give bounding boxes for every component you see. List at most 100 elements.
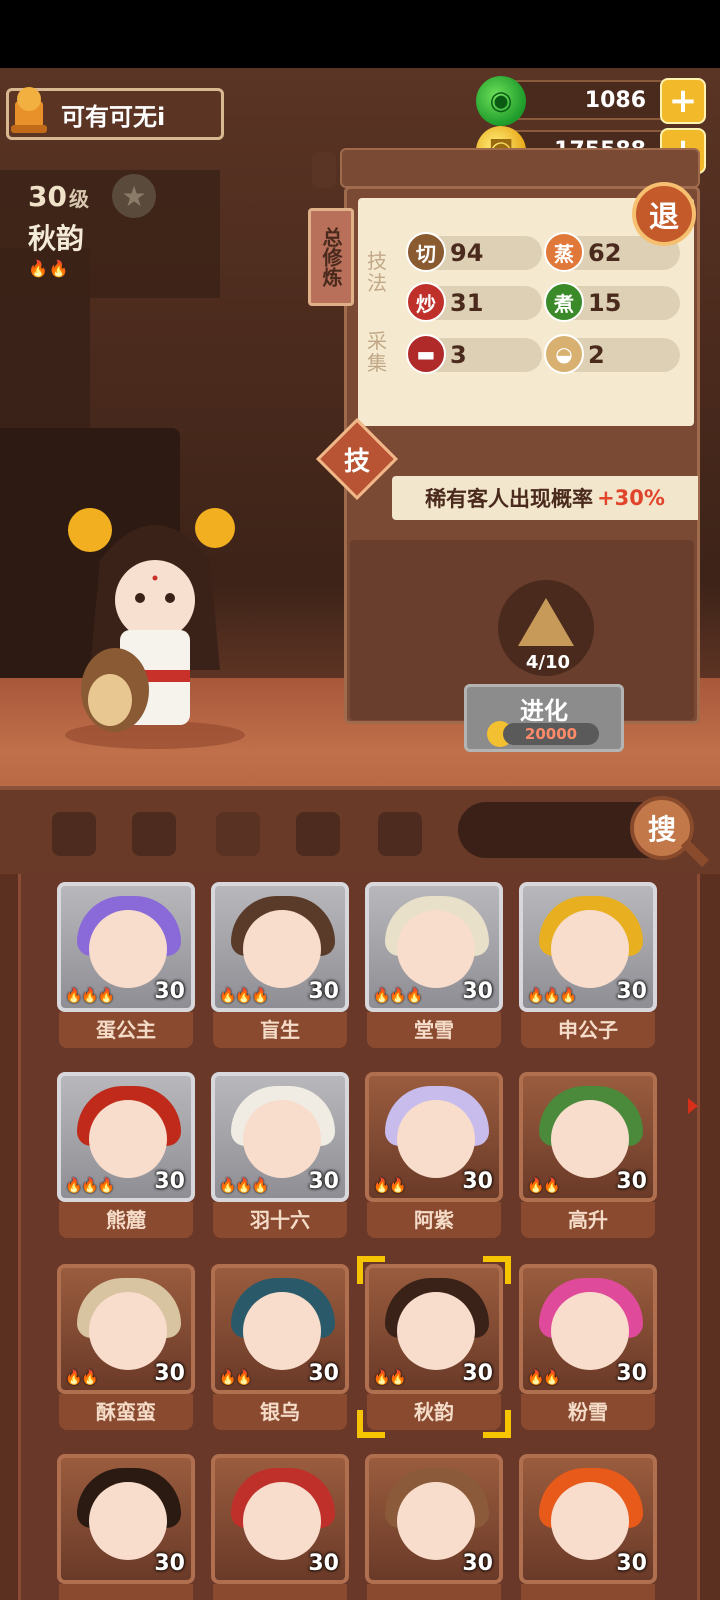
player-avatar-icon <box>11 87 47 133</box>
card-portrait: 🔥🔥🔥 30 <box>519 882 657 1012</box>
skill-button[interactable]: 技 <box>328 430 386 488</box>
card-level: 30 <box>462 1551 493 1576</box>
card-portrait: 30 <box>365 1454 503 1584</box>
boil-badge-icon: 煮 <box>544 282 584 322</box>
card-face <box>551 910 629 988</box>
card-flames-icon: 🔥🔥 <box>65 1370 99 1386</box>
exit-button[interactable]: 退 <box>632 182 696 246</box>
card-flames-icon: 🔥🔥🔥 <box>219 1178 269 1194</box>
card-level: 30 <box>308 1361 339 1386</box>
player-name-plate[interactable]: 可有可无i <box>6 87 224 140</box>
card-face <box>243 1292 321 1370</box>
scroll-right-arrow-icon[interactable] <box>688 1098 698 1114</box>
card-portrait: 30 <box>211 1454 349 1584</box>
gather-grain-value: 2 <box>588 341 605 369</box>
character-card[interactable]: 🔥🔥 30 粉雪 <box>519 1264 657 1444</box>
card-level: 30 <box>154 1169 185 1194</box>
evolve-button[interactable]: 进化 20000 <box>464 684 624 752</box>
card-level: 30 <box>462 979 493 1004</box>
card-portrait: 🔥🔥 30 <box>519 1264 657 1394</box>
roster: 🔥🔥🔥 30 蛋公主 🔥🔥🔥 30 盲生 🔥🔥🔥 30 堂雪 🔥🔥🔥 30 申公子 🔥🔥🔥 30 熊麓 🔥🔥🔥… <box>0 874 720 1600</box>
card-portrait: 🔥🔥🔥 30 <box>57 882 195 1012</box>
character-card[interactable]: 🔥🔥🔥 30 羽十六 <box>211 1072 349 1252</box>
card-portrait: 🔥🔥🔥 30 <box>57 1072 195 1202</box>
status-bar <box>0 0 720 68</box>
character-card[interactable]: 30 <box>365 1454 503 1600</box>
scroll-rod <box>340 148 700 188</box>
card-name: 申公子 <box>521 1012 655 1048</box>
card-level: 30 <box>616 979 647 1004</box>
card-name: 熊麓 <box>59 1202 193 1238</box>
character-card[interactable]: 🔥🔥🔥 30 蛋公主 <box>57 882 195 1062</box>
selection-corner <box>357 1256 385 1284</box>
card-level: 30 <box>154 1361 185 1386</box>
character-card[interactable]: 🔥🔥🔥 30 熊麓 <box>57 1072 195 1252</box>
card-face <box>551 1482 629 1560</box>
card-name: 蛋公主 <box>59 1012 193 1048</box>
tab-total-training-label: 总修炼 <box>319 227 343 287</box>
location-filter-icon[interactable] <box>296 812 340 856</box>
character-card[interactable]: 30 <box>211 1454 349 1600</box>
card-portrait: 30 <box>57 1454 195 1584</box>
character-card[interactable]: 🔥🔥 30 高升 <box>519 1072 657 1252</box>
card-face <box>243 1482 321 1560</box>
card-name <box>59 1584 193 1600</box>
character-card[interactable]: 🔥🔥🔥 30 堂雪 <box>365 882 503 1062</box>
card-portrait: 🔥🔥🔥 30 <box>365 882 503 1012</box>
star-icon[interactable]: ★ <box>112 174 156 218</box>
character-card[interactable]: 🔥🔥🔥 30 盲生 <box>211 882 349 1062</box>
card-face <box>551 1292 629 1370</box>
selection-corner <box>483 1256 511 1284</box>
knife-filter-icon[interactable] <box>52 812 96 856</box>
card-level: 30 <box>462 1361 493 1386</box>
selection-corner <box>483 1410 511 1438</box>
card-portrait: 🔥🔥 30 <box>365 1072 503 1202</box>
card-flames-icon: 🔥🔥 <box>373 1370 407 1386</box>
grain-bowl-icon: ◒ <box>544 334 584 374</box>
card-level: 30 <box>616 1361 647 1386</box>
card-face <box>397 1100 475 1178</box>
character-name: 秋韵 <box>28 222 85 255</box>
player-name: 可有可无i <box>61 102 166 131</box>
card-level: 30 <box>616 1551 647 1576</box>
card-level: 30 <box>154 979 185 1004</box>
unknown-filter-icon[interactable] <box>378 812 422 856</box>
card-name <box>521 1584 655 1600</box>
card-face <box>89 910 167 988</box>
card-face <box>551 1100 629 1178</box>
scroll-rod-cap <box>312 152 336 188</box>
spatula-filter-icon[interactable] <box>132 812 176 856</box>
character-portrait <box>65 508 245 749</box>
add-jade-button[interactable]: + <box>660 78 706 124</box>
character-card[interactable]: 🔥🔥 30 酥蛮蛮 <box>57 1264 195 1444</box>
character-card[interactable]: 🔥🔥🔥 30 申公子 <box>519 882 657 1062</box>
card-face <box>89 1100 167 1178</box>
skill-stirfry: 炒 31 <box>406 282 542 322</box>
character-card[interactable]: 🔥🔥 30 银乌 <box>211 1264 349 1444</box>
card-portrait: 🔥🔥🔥 30 <box>211 882 349 1012</box>
card-flames-icon: 🔥🔥🔥 <box>219 988 269 1004</box>
card-level: 30 <box>462 1169 493 1194</box>
rare-guest-bonus: 稀有客人出现概率 +30% <box>392 476 698 520</box>
card-name: 羽十六 <box>213 1202 347 1238</box>
card-name <box>213 1584 347 1600</box>
card-level: 30 <box>308 1551 339 1576</box>
character-card[interactable]: 30 <box>57 1454 195 1600</box>
card-portrait: 30 <box>519 1454 657 1584</box>
character-card[interactable]: 30 <box>519 1454 657 1600</box>
card-flames-icon: 🔥🔥 <box>527 1178 561 1194</box>
jade-icon: ◉ <box>476 76 526 126</box>
level-value: 30 <box>28 180 67 213</box>
card-name: 高升 <box>521 1202 655 1238</box>
jar-filter-icon[interactable] <box>216 812 260 856</box>
card-name: 粉雪 <box>521 1394 655 1430</box>
card-level: 30 <box>616 1169 647 1194</box>
card-name: 堂雪 <box>367 1012 501 1048</box>
card-level: 30 <box>308 1169 339 1194</box>
flame-rating-icon: 🔥🔥 <box>28 259 70 278</box>
character-card[interactable]: 🔥🔥 30 阿紫 <box>365 1072 503 1252</box>
tab-total-training[interactable]: 总修炼 <box>308 208 354 306</box>
card-name <box>367 1584 501 1600</box>
card-name: 银乌 <box>213 1394 347 1430</box>
character-info: 30 级 ★ 秋韵 🔥🔥 <box>0 170 220 298</box>
